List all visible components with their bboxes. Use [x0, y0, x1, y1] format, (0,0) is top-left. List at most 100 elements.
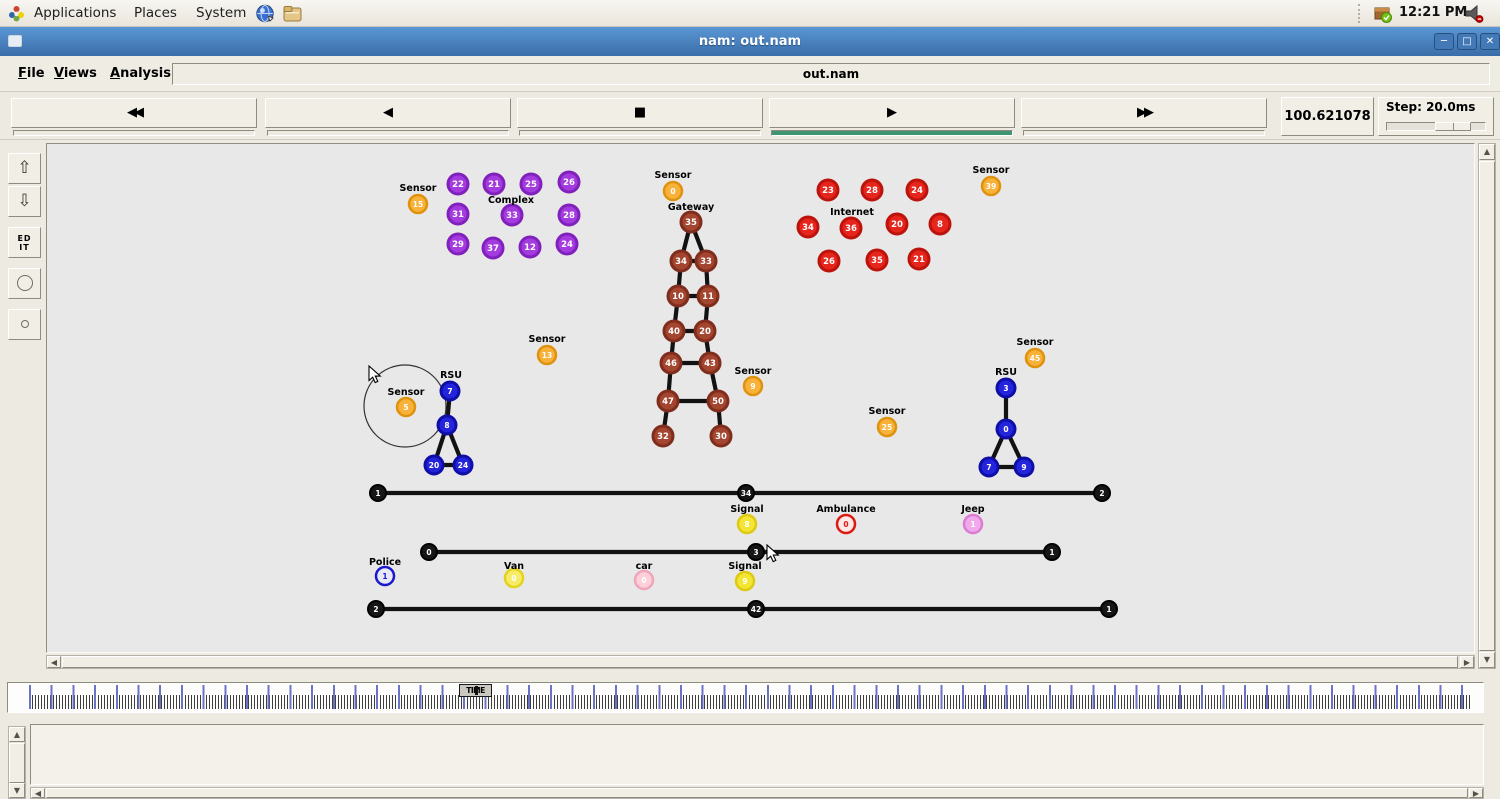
net-node-purple[interactable]: 21 — [484, 174, 504, 194]
distro-logo-icon[interactable] — [8, 5, 25, 22]
canvas-vscrollbar[interactable]: ▲ ▼ — [1478, 143, 1496, 669]
web-browser-icon[interactable] — [256, 4, 275, 23]
titlebar[interactable]: nam: out.nam ─ □ ✕ — [0, 27, 1500, 56]
net-node-orange[interactable]: 9 — [744, 377, 762, 395]
panel-grip[interactable] — [1358, 4, 1362, 23]
annotation-hscroll-thumb[interactable] — [46, 788, 1468, 798]
zoom-out-button[interactable]: ⇩ — [8, 186, 41, 217]
net-node-brown[interactable]: 34 — [671, 251, 691, 271]
net-node-purple[interactable]: 26 — [559, 172, 579, 192]
net-node-purple[interactable]: 24 — [557, 234, 577, 254]
step-slider-thumb[interactable] — [1435, 122, 1471, 131]
net-node-red[interactable]: 20 — [887, 214, 907, 234]
zoom-in-button[interactable]: ⇧ — [8, 153, 41, 184]
edit-button[interactable]: EDIT — [8, 227, 41, 258]
net-node-brown[interactable]: 40 — [664, 321, 684, 341]
net-node-brown[interactable]: 50 — [708, 391, 728, 411]
net-node-black[interactable]: 42 — [748, 601, 764, 617]
net-node-purple[interactable]: 28 — [559, 205, 579, 225]
net-node-ambulance[interactable]: 0 — [837, 515, 855, 533]
net-node-black[interactable]: 2 — [1094, 485, 1110, 501]
net-node-purple[interactable]: 12 — [520, 237, 540, 257]
annotation-vscrollbar[interactable]: ▲ ▼ — [8, 726, 26, 799]
net-node-red[interactable]: 36 — [841, 218, 861, 238]
net-node-purple[interactable]: 22 — [448, 174, 468, 194]
net-node-blue[interactable]: 9 — [1015, 458, 1033, 476]
net-node-black[interactable]: 3 — [748, 544, 764, 560]
step-back-button[interactable]: ◀ — [265, 98, 511, 128]
scroll-right-icon[interactable]: ▶ — [1460, 656, 1474, 668]
net-node-blue[interactable]: 20 — [425, 456, 443, 474]
annotation-hscrollbar[interactable]: ◀ ▶ — [30, 787, 1484, 799]
net-node-orange[interactable]: 13 — [538, 346, 556, 364]
canvas-hscroll-thumb[interactable] — [62, 656, 1458, 668]
stop-button[interactable]: ■ — [517, 98, 763, 128]
net-node-orange[interactable]: 25 — [878, 418, 896, 436]
net-node-black[interactable]: 1 — [370, 485, 386, 501]
net-node-brown[interactable]: 20 — [695, 321, 715, 341]
canvas-hscrollbar[interactable]: ◀ ▶ — [46, 655, 1475, 669]
window-menu-icon[interactable] — [8, 35, 22, 47]
menu-file[interactable]: File — [14, 56, 49, 91]
node-tool-button[interactable] — [8, 309, 41, 340]
scroll-left-icon[interactable]: ◀ — [47, 656, 61, 668]
net-node-black[interactable]: 2 — [368, 601, 384, 617]
play-button[interactable]: ▶ — [769, 98, 1015, 128]
net-node-blue[interactable]: 7 — [441, 382, 459, 400]
fast-forward-button[interactable]: ▶▶ — [1021, 98, 1267, 128]
net-node-signal[interactable]: 9 — [736, 572, 754, 590]
net-node-red[interactable]: 26 — [819, 251, 839, 271]
net-node-red[interactable]: 23 — [818, 180, 838, 200]
software-update-icon[interactable] — [1373, 4, 1393, 24]
net-node-red[interactable]: 34 — [798, 217, 818, 237]
net-node-blue[interactable]: 7 — [980, 458, 998, 476]
net-node-red[interactable]: 24 — [907, 180, 927, 200]
menu-analysis[interactable]: Analysis — [106, 56, 175, 91]
canvas-vscroll-thumb[interactable] — [1479, 161, 1495, 651]
time-slider-tag[interactable]: TIME — [459, 684, 492, 697]
annotation-listbox[interactable] — [30, 724, 1484, 785]
net-node-red[interactable]: 35 — [867, 250, 887, 270]
net-node-orange[interactable]: 45 — [1026, 349, 1044, 367]
net-node-brown[interactable]: 10 — [668, 286, 688, 306]
net-node-brown[interactable]: 11 — [698, 286, 718, 306]
select-tool-button[interactable] — [8, 268, 41, 299]
net-node-brown[interactable]: 30 — [711, 426, 731, 446]
net-node-black[interactable]: 0 — [421, 544, 437, 560]
net-node-purple[interactable]: 29 — [448, 234, 468, 254]
net-node-red[interactable]: 28 — [862, 180, 882, 200]
desktop-menu-places[interactable]: Places — [128, 0, 183, 26]
volume-icon[interactable] — [1463, 3, 1485, 24]
net-node-brown[interactable]: 33 — [696, 251, 716, 271]
menu-views[interactable]: Views — [50, 56, 101, 91]
maximize-button[interactable]: □ — [1457, 33, 1477, 50]
net-node-orange[interactable]: 0 — [664, 182, 682, 200]
minimize-button[interactable]: ─ — [1434, 33, 1454, 50]
net-node-red[interactable]: 21 — [909, 249, 929, 269]
net-node-police[interactable]: 1 — [376, 567, 394, 585]
scroll-up-icon[interactable]: ▲ — [1479, 144, 1495, 160]
net-node-jeep[interactable]: 1 — [964, 515, 982, 533]
net-node-blue[interactable]: 24 — [454, 456, 472, 474]
net-node-orange[interactable]: 5 — [397, 398, 415, 416]
net-node-orange[interactable]: 15 — [409, 195, 427, 213]
net-node-brown[interactable]: 43 — [700, 353, 720, 373]
net-node-brown[interactable]: 47 — [658, 391, 678, 411]
net-node-black[interactable]: 34 — [738, 485, 754, 501]
net-node-orange[interactable]: 39 — [982, 177, 1000, 195]
net-node-purple[interactable]: 33 — [502, 205, 522, 225]
scroll-up-icon[interactable]: ▲ — [9, 727, 25, 742]
net-node-blue[interactable]: 8 — [438, 416, 456, 434]
step-slider[interactable] — [1386, 122, 1486, 131]
rewind-button[interactable]: ◀◀ — [11, 98, 257, 128]
net-node-red[interactable]: 8 — [930, 214, 950, 234]
close-button[interactable]: ✕ — [1480, 33, 1500, 50]
net-node-purple[interactable]: 25 — [521, 174, 541, 194]
net-node-brown[interactable]: 32 — [653, 426, 673, 446]
net-node-brown[interactable]: 35 — [681, 212, 701, 232]
net-node-car[interactable]: 0 — [635, 571, 653, 589]
time-ruler[interactable]: TIME — [7, 682, 1484, 713]
scroll-down-icon[interactable]: ▼ — [9, 783, 25, 798]
annotation-vscroll-thumb[interactable] — [9, 743, 25, 783]
topology-canvas[interactable]: 1503913925455222125263133282937122423282… — [46, 143, 1475, 653]
